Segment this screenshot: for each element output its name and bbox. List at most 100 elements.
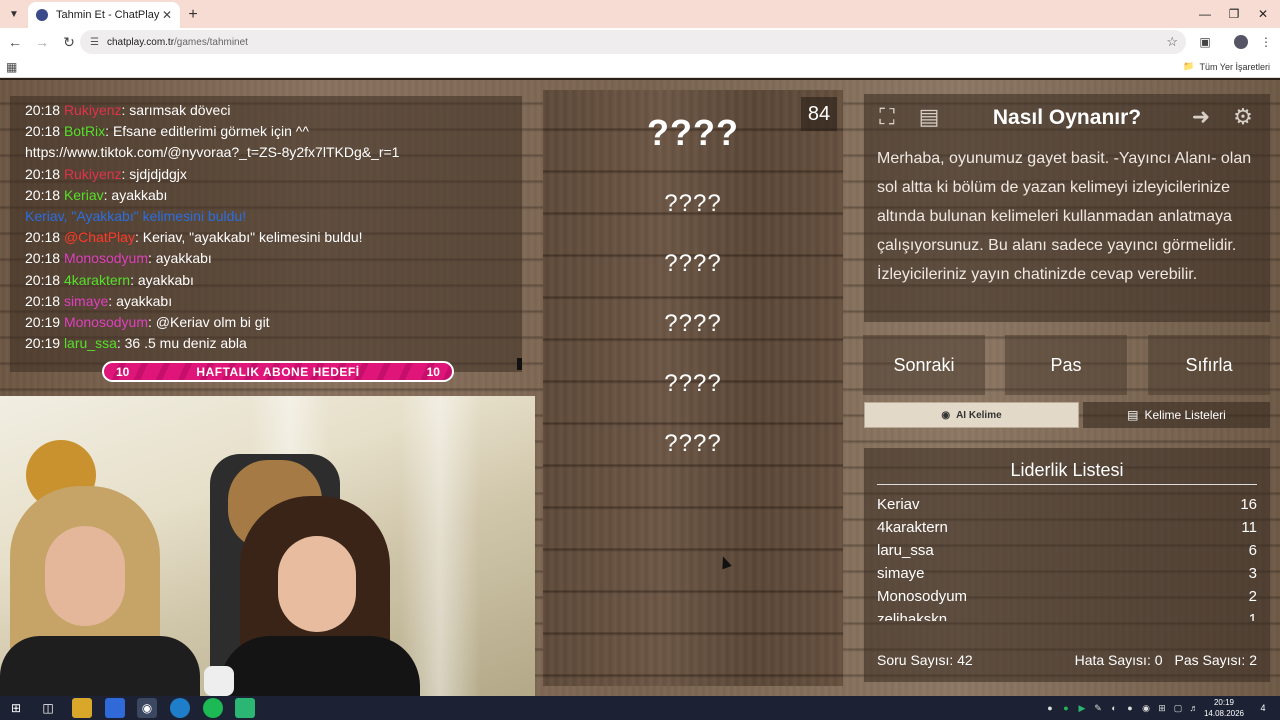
app-icon[interactable] xyxy=(235,698,255,718)
chat-time: 20:18 xyxy=(25,271,61,288)
notifications-icon[interactable]: 4 xyxy=(1254,700,1272,716)
leaderboard-name: 4karaktern xyxy=(877,519,948,536)
apps-grid-icon[interactable]: ▦ xyxy=(6,60,17,74)
chat-username[interactable]: laru_ssa xyxy=(64,335,117,351)
chat-message: : ayakkabı xyxy=(147,250,212,267)
chat-username[interactable]: Rukiyenz xyxy=(64,102,122,118)
forward-icon[interactable]: → xyxy=(30,30,54,54)
chat-username[interactable]: simaye xyxy=(64,293,108,309)
chat-username[interactable]: Monosodyum xyxy=(64,314,148,330)
chat-message: : Keriav, "ayakkabı" kelimesini buldu! xyxy=(134,229,363,246)
chat-time: 20:18 xyxy=(25,292,61,309)
avatar-icon xyxy=(1234,35,1248,49)
chat-overlay: 20:18 Rukiyenz: sarımsak döveci 20:18 Bot… xyxy=(10,96,522,372)
streamer-right xyxy=(210,496,420,696)
word-lists-label: Kelime Listeleri xyxy=(1144,408,1226,422)
settings-gear-icon[interactable]: ⚙ xyxy=(1226,100,1260,134)
word-panel: 84 ???? ???????????????????? xyxy=(543,90,843,686)
address-bar: ← → ↻ ☰ chatplay.com.tr/games/tahminet ☆ xyxy=(0,28,1280,56)
chat-time: 20:18 xyxy=(25,229,61,246)
face xyxy=(278,536,356,632)
tray-grid-icon[interactable]: ⊞ xyxy=(1156,701,1168,715)
leaderboard-list[interactable]: Keriav 16 4karaktern 11 laru_ssa 6 simaye 3 Mono… xyxy=(877,493,1257,621)
tab-close-icon[interactable]: ✕ xyxy=(162,8,172,22)
outlook-icon[interactable] xyxy=(105,698,125,718)
leaderboard-name: zelihakskn xyxy=(877,611,948,621)
chat-message: : Efsane editlerimi görmek için ^^ xyxy=(105,123,309,140)
next-button[interactable]: Sonraki xyxy=(863,335,985,395)
word-lists-button[interactable]: ▤ Kelime Listeleri xyxy=(1083,402,1270,428)
chat-message: : ayakkabı xyxy=(108,292,173,309)
leaderboard-score: 6 xyxy=(1248,542,1257,559)
how-to-play-text: Merhaba, oyunumuz gayet basit. -Yayıncı … xyxy=(877,150,1252,283)
close-window-icon[interactable]: ✕ xyxy=(1246,0,1280,28)
chat-line: 20:18 BotRix: Efsane editlerimi görmek i… xyxy=(25,121,507,142)
leaderboard-row: Keriav 16 xyxy=(877,493,1257,516)
spotify-icon[interactable] xyxy=(203,698,223,718)
goal-left-count: 10 xyxy=(116,364,130,379)
all-bookmarks-link[interactable]: 📁 Tüm Yer İşaretleri xyxy=(1183,61,1270,72)
tab-search-icon[interactable]: ▼ xyxy=(0,0,28,28)
task-view-icon[interactable]: ◫ xyxy=(38,698,58,718)
chat-line: 20:19 laru_ssa: 36 .5 mu deniz abla xyxy=(25,333,507,354)
chat-username[interactable]: 4karaktern xyxy=(64,272,130,288)
curtain xyxy=(400,396,480,696)
leaderboard-row: laru_ssa 6 xyxy=(877,539,1257,562)
tray-play-icon[interactable]: ▶ xyxy=(1076,701,1088,715)
chat-time: 20:18 xyxy=(25,102,61,118)
tray-mic-icon[interactable]: ● xyxy=(1124,701,1136,715)
tray-pen-icon[interactable]: ✎ xyxy=(1092,701,1104,715)
url-path: /games/tahminet xyxy=(174,36,248,48)
chrome-icon[interactable]: ◉ xyxy=(137,698,157,718)
bookmark-star-icon[interactable]: ☆ xyxy=(1166,34,1178,50)
chat-line: 20:18 @ChatPlay: Keriav, "ayakkabı" keli… xyxy=(25,227,507,248)
profile-avatar[interactable] xyxy=(1229,30,1253,54)
pass-count: Pas Sayısı: 2 xyxy=(1174,652,1257,668)
menu-dots-icon[interactable]: ⋮ xyxy=(1254,30,1278,54)
volume-icon[interactable]: ♬ xyxy=(1188,701,1200,715)
cup xyxy=(204,666,234,696)
chat-username[interactable]: BotRix xyxy=(64,123,105,139)
edge-icon[interactable] xyxy=(170,698,190,718)
tab-chatplay[interactable]: Tahmin Et - ChatPlay ✕ xyxy=(28,2,180,28)
reset-button[interactable]: Sıfırla xyxy=(1148,335,1270,395)
chatplay-favicon-icon xyxy=(36,9,48,21)
reload-icon[interactable]: ↻ xyxy=(57,30,81,54)
leaderboard-score: 3 xyxy=(1248,565,1257,582)
tray-app-icon[interactable]: ◐ xyxy=(1108,701,1120,715)
ai-word-button[interactable]: ◉ AI Kelime xyxy=(864,402,1079,428)
pass-button[interactable]: Pas xyxy=(1005,335,1127,395)
tray-spotify-icon[interactable]: ● xyxy=(1060,701,1072,715)
forbidden-word: ???? xyxy=(664,430,722,457)
chat-username[interactable]: @ChatPlay xyxy=(64,229,135,245)
leaderboard-name: laru_ssa xyxy=(877,542,934,559)
chat-scrollbar[interactable] xyxy=(517,358,522,370)
tray-monitor-icon[interactable]: ▢ xyxy=(1172,701,1184,715)
chat-username[interactable]: Monosodyum xyxy=(64,250,148,266)
tray-record-icon[interactable]: ◉ xyxy=(1140,701,1152,715)
chat-line: 20:18 simaye: ayakkabı xyxy=(25,291,507,312)
site-info-icon[interactable]: ☰ xyxy=(90,37,99,48)
windows-start-icon[interactable]: ⊞ xyxy=(6,698,26,718)
forbidden-word: ???? xyxy=(664,370,722,397)
tab-bar: ▼ Tahmin Et - ChatPlay ✕ + xyxy=(0,0,1280,28)
file-explorer-icon[interactable] xyxy=(72,698,92,718)
webcam-feed xyxy=(0,396,535,696)
chat-message: https://www.tiktok.com/@nyvoraa?_t=ZS-8y… xyxy=(25,144,400,161)
back-icon[interactable]: ← xyxy=(3,30,27,54)
leaderboard-score: 2 xyxy=(1248,588,1257,605)
new-tab-icon[interactable]: + xyxy=(180,2,206,28)
tray-icon[interactable]: ● xyxy=(1044,701,1056,715)
error-count: Hata Sayısı: 0 xyxy=(1074,652,1163,668)
clock[interactable]: 20:19 14.08.2026 xyxy=(1204,697,1244,719)
url-input[interactable]: ☰ chatplay.com.tr/games/tahminet ☆ xyxy=(80,30,1186,54)
chat-line: 20:18 Rukiyenz: sarımsak döveci xyxy=(25,100,507,121)
chat-username[interactable]: Keriav xyxy=(64,187,104,203)
game-stats: Soru Sayısı: 42 Hata Sayısı: 0 Pas Sayıs… xyxy=(877,652,1257,668)
logout-icon[interactable]: ➜ xyxy=(1184,100,1218,134)
chat-username[interactable]: Rukiyenz xyxy=(64,166,122,182)
extensions-icon[interactable]: ▣ xyxy=(1193,30,1217,54)
stat-group: Hata Sayısı: 0 Pas Sayısı: 2 xyxy=(1075,652,1257,668)
all-bookmarks-label: Tüm Yer İşaretleri xyxy=(1199,61,1270,72)
forbidden-word: ???? xyxy=(664,190,722,217)
